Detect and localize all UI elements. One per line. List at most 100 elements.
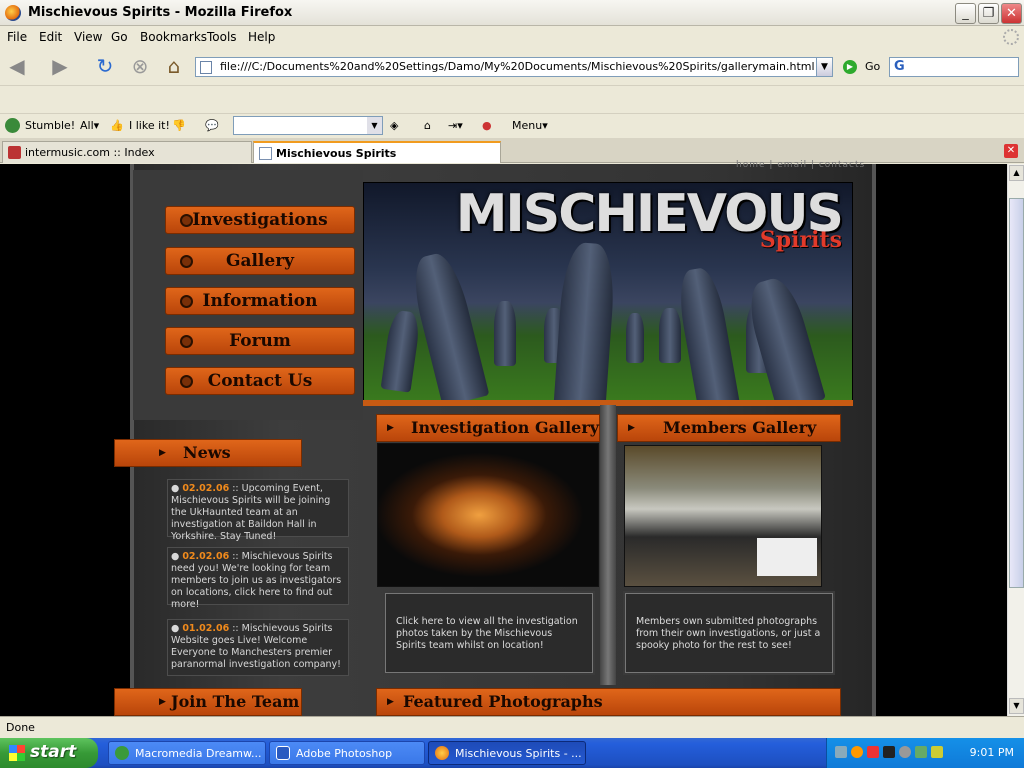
featured-photographs-heading[interactable]: ▶ Featured Photographs (376, 688, 841, 716)
messenger-icon[interactable] (851, 746, 863, 758)
menu-tools[interactable]: Tools (207, 30, 237, 44)
menu-file[interactable]: File (7, 30, 27, 44)
members-gallery-photo[interactable] (624, 445, 822, 587)
nav-forum[interactable]: Forum (165, 327, 355, 355)
nav-investigations[interactable]: Investigations (165, 206, 355, 234)
status-text: Done (6, 721, 35, 734)
throbber-icon (1003, 29, 1019, 45)
network-icon[interactable] (835, 746, 847, 758)
menu-view[interactable]: View (74, 30, 102, 44)
nav-information[interactable]: Information (165, 287, 355, 315)
site-logo: MISCHIEVOUS Spirits (456, 187, 844, 253)
app-tray-icon[interactable] (883, 746, 895, 758)
back-icon[interactable]: ◀ (5, 54, 29, 78)
bullet-icon (180, 255, 193, 268)
home-page-icon[interactable]: ⌂ (424, 119, 431, 132)
table-cloth (757, 538, 817, 576)
dropdown-arrow-icon: ▼ (367, 117, 382, 134)
bullet-icon (180, 335, 193, 348)
bullet-icon (180, 375, 193, 388)
start-button[interactable]: start (0, 738, 98, 768)
firefox-icon (5, 5, 21, 21)
tab-bar: intermusic.com :: Index Mischievous Spir… (0, 138, 1024, 163)
address-dropdown-icon[interactable]: ▼ (816, 58, 832, 76)
investigation-gallery-description[interactable]: Click here to view all the investigation… (383, 591, 595, 675)
vertical-scrollbar[interactable]: ▲ ▼ (1007, 164, 1024, 716)
tag-icon[interactable]: ◈ (390, 119, 398, 132)
news-item[interactable]: ● 02.02.06 :: Mischievous Spirits need y… (167, 547, 349, 610)
address-url[interactable]: file:///C:/Documents%20and%20Settings/Da… (220, 60, 815, 73)
status-bar: Done (0, 716, 1024, 738)
scroll-down-icon[interactable]: ▼ (1009, 698, 1024, 714)
taskbar-photoshop[interactable]: Adobe Photoshop (269, 741, 425, 765)
search-input[interactable]: G (889, 57, 1019, 77)
like-button[interactable]: I like it! (129, 119, 170, 132)
thumbs-up-icon[interactable]: 👍 (110, 119, 124, 132)
forward-icon[interactable]: ▶ (48, 54, 72, 78)
stumble-menu[interactable]: Menu▾ (512, 119, 548, 132)
close-tab-icon[interactable]: ✕ (1004, 144, 1018, 158)
volume-icon[interactable] (931, 746, 943, 758)
nav-gallery[interactable]: Gallery (165, 247, 355, 275)
navigation-toolbar: ◀ ▶ ↻ ⊗ ⌂ file:///C:/Documents%20and%20S… (0, 48, 1024, 86)
scroll-thumb[interactable] (1009, 198, 1024, 588)
comment-icon[interactable]: 💬 (205, 119, 219, 132)
scroll-up-icon[interactable]: ▲ (1009, 165, 1024, 181)
clock-tray-icon[interactable] (899, 746, 911, 758)
close-button[interactable]: ✕ (1001, 3, 1022, 24)
top-links[interactable]: home | email | contacts (736, 160, 865, 170)
stumble-all-dropdown[interactable]: All▾ (80, 119, 99, 132)
menu-go[interactable]: Go (111, 30, 128, 44)
home-icon[interactable]: ⌂ (162, 54, 186, 78)
empty-toolbar (0, 87, 1024, 113)
firefox-icon (435, 746, 449, 760)
tab-label: Mischievous Spirits (276, 147, 397, 160)
share-icon[interactable]: ⇥▾ (448, 119, 463, 132)
bullet-icon (180, 295, 193, 308)
google-icon[interactable]: G (894, 59, 905, 74)
members-gallery-heading[interactable]: ▶ Members Gallery (617, 414, 841, 442)
zonealarm-icon[interactable] (867, 746, 879, 758)
user-icon[interactable]: ● (482, 119, 492, 132)
arrow-icon: ▶ (387, 423, 394, 433)
news-item[interactable]: ● 02.02.06 :: Upcoming Event, Mischievou… (167, 479, 349, 542)
reload-icon[interactable]: ↻ (93, 54, 117, 78)
investigation-gallery-photo[interactable] (377, 443, 599, 587)
security-icon[interactable] (915, 746, 927, 758)
nav-contact-us[interactable]: Contact Us (165, 367, 355, 395)
thumbs-down-icon[interactable]: 👎 (172, 119, 186, 132)
stumble-icon[interactable] (5, 118, 20, 133)
tab-label: intermusic.com :: Index (25, 146, 155, 159)
menu-edit[interactable]: Edit (39, 30, 62, 44)
taskbar: start Macromedia Dreamw... Adobe Photosh… (0, 738, 1024, 768)
stumble-tag-dropdown[interactable]: ▼ (233, 116, 383, 135)
window-title-bar: Mischievous Spirits - Mozilla Firefox _ … (0, 0, 1024, 26)
go-button[interactable]: ▶ Go (843, 60, 880, 74)
page-icon (200, 61, 212, 74)
news-heading: ▶ News (114, 439, 302, 467)
join-team-heading[interactable]: ▶ Join The Team (114, 688, 302, 716)
investigation-gallery-heading[interactable]: ▶ Investigation Gallery (376, 414, 600, 442)
arrow-icon: ▶ (387, 697, 394, 707)
maximize-button[interactable]: ❐ (978, 3, 999, 24)
bullet-icon (180, 214, 193, 227)
menu-bar: File Edit View Go Bookmarks Tools Help (0, 27, 1024, 47)
taskbar-dreamweaver[interactable]: Macromedia Dreamw... (108, 741, 266, 765)
tab-intermusic[interactable]: intermusic.com :: Index (2, 141, 252, 163)
news-item[interactable]: ● 01.02.06 :: Mischievous Spirits Websit… (167, 619, 349, 676)
arrow-icon: ▶ (628, 423, 635, 433)
stumbleupon-toolbar: Stumble! All▾ 👍 I like it! 👎 💬 ▼ ◈ ⌂ ⇥▾ … (0, 113, 1024, 137)
arrow-icon: ▶ (159, 697, 166, 707)
taskbar-firefox[interactable]: Mischievous Spirits - ... (428, 741, 586, 765)
minimize-button[interactable]: _ (955, 3, 976, 24)
menu-help[interactable]: Help (248, 30, 275, 44)
tab-mischievous-spirits[interactable]: Mischievous Spirits (253, 141, 501, 163)
arrow-icon: ▶ (159, 448, 166, 458)
members-gallery-description[interactable]: Members own submitted photographs from t… (623, 591, 835, 675)
go-arrow-icon: ▶ (843, 60, 857, 74)
stop-icon[interactable]: ⊗ (128, 54, 152, 78)
stumble-button[interactable]: Stumble! (25, 119, 75, 132)
clock[interactable]: 9:01 PM (970, 746, 1014, 759)
menu-bookmarks[interactable]: Bookmarks (140, 30, 207, 44)
address-bar[interactable]: file:///C:/Documents%20and%20Settings/Da… (195, 57, 833, 77)
